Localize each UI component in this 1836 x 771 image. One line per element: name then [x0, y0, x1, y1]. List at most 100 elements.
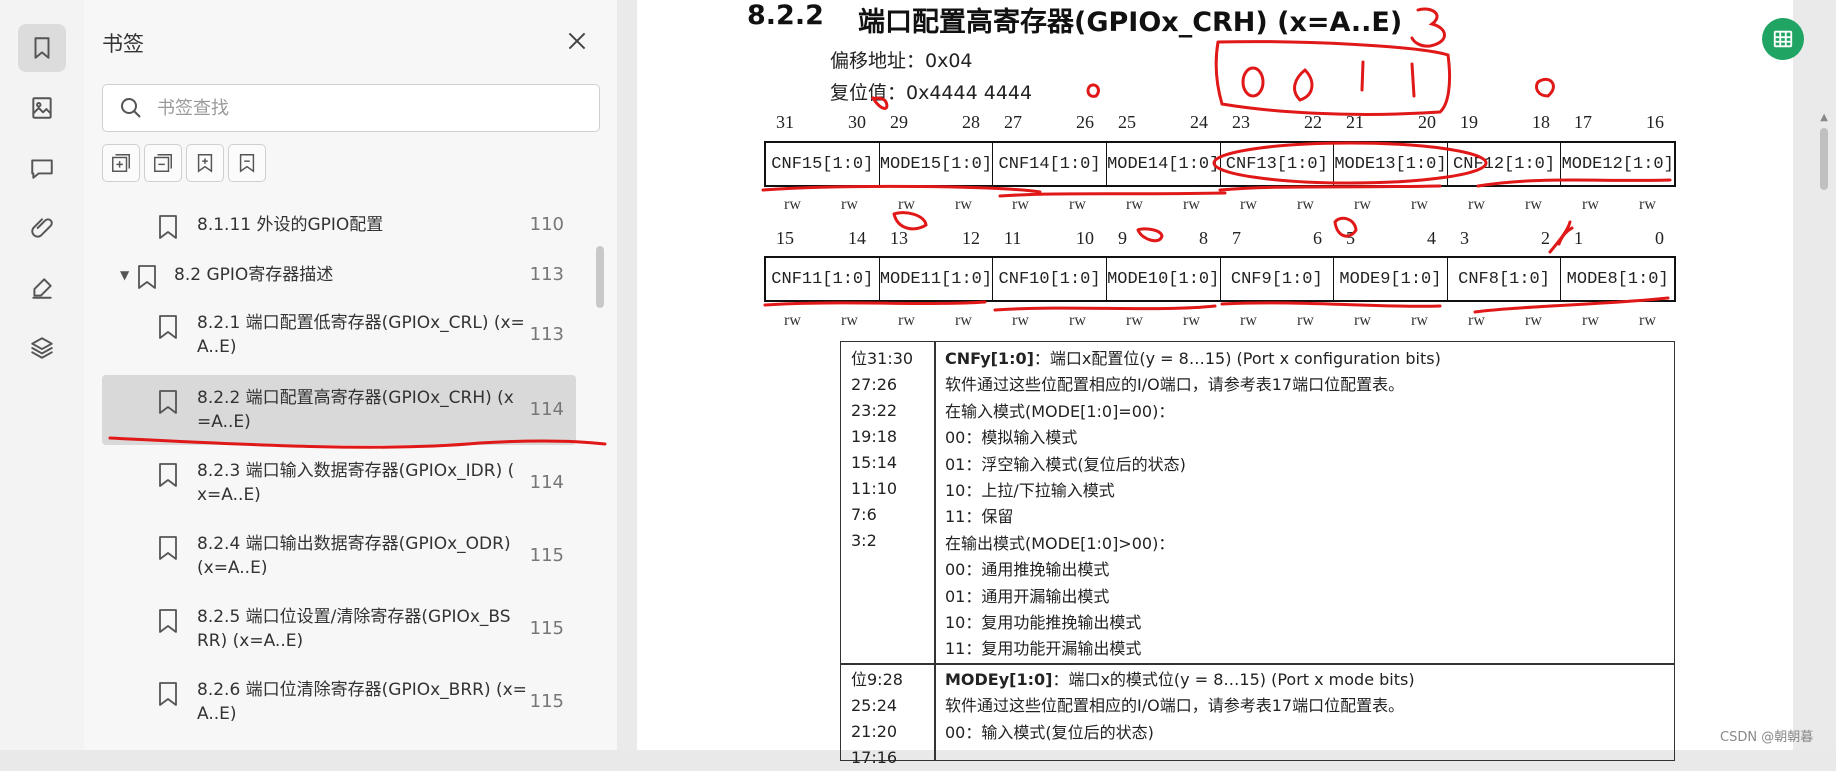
description-line: 11：复用功能开漏输出模式 — [945, 639, 1142, 659]
bit-range-line: 位31:30 — [851, 349, 914, 368]
bit-number: 2 — [1541, 228, 1550, 248]
expand-all-button[interactable] — [102, 144, 140, 182]
mode-bit-range: 位9:28 25:24 21:20 17:16 — [851, 667, 903, 771]
expand-arrow-icon[interactable]: ▼ — [120, 268, 129, 282]
document-scrollbar[interactable] — [1820, 128, 1828, 190]
access-type: rw — [1183, 196, 1200, 213]
collapse-all-button[interactable] — [144, 144, 182, 182]
thumbnail-panel-button[interactable] — [18, 84, 66, 132]
bookmark-item-selected[interactable]: 8.2.2 端口配置高寄存器(GPIOx_CRH) (x =A..E) 114 — [102, 375, 576, 445]
add-bookmark-button[interactable] — [186, 144, 224, 182]
scroll-up-icon[interactable]: ▲ — [1820, 112, 1828, 123]
bookmark-item[interactable]: 8.2.6 端口位清除寄存器(GPIOx_BRR) (x= A..E) 115 — [102, 667, 576, 739]
search-icon — [119, 96, 143, 120]
bit-number: 30 — [848, 112, 866, 132]
description-line: 11：保留 — [945, 507, 1014, 527]
bit-range-line: 19:18 — [851, 427, 898, 446]
register-row-high: CNF15[1:0] MODE15[1:0] CNF14[1:0] MODE14[1:… — [764, 141, 1676, 187]
close-panel-button[interactable] — [564, 28, 590, 54]
access-type: rw — [1525, 312, 1542, 329]
access-type: rw — [1582, 196, 1599, 213]
description-line: 在输出模式(MODE[1:0]>00)： — [945, 533, 1175, 553]
bookmark-search-input[interactable] — [155, 93, 579, 123]
bit-number-pair: 21 20 — [1334, 112, 1448, 133]
access-type: rw — [1582, 312, 1599, 329]
bit-description-table: 位31:30 27:26 23:22 19:18 15:14 11:10 7:6 3:2 CN… — [840, 341, 1675, 767]
register-row-low: CNF11[1:0] MODE11[1:0] CNF10[1:0] MODE10[1:… — [764, 256, 1676, 302]
mode-title: MODEy[1:0]：端口x的模式位(y = 8…15) (Port x mod… — [945, 670, 1415, 689]
access-type: rw — [955, 196, 972, 213]
bookmark-item[interactable]: 8.2.4 端口输出数据寄存器(GPIOx_ODR) (x=A..E) 115 — [102, 521, 576, 593]
access-type: rw — [841, 196, 858, 213]
access-type: rw — [841, 312, 858, 329]
register-field: MODE11[1:0] — [880, 258, 994, 300]
access-type: rw — [784, 312, 801, 329]
register-field: CNF15[1:0] — [766, 143, 880, 185]
bit-range-line: 15:14 — [851, 453, 898, 472]
bit-number-pair: 25 24 — [1106, 112, 1220, 133]
access-type: rw — [1012, 312, 1029, 329]
layers-panel-button[interactable] — [18, 324, 66, 372]
access-type: rw — [1297, 312, 1314, 329]
access-type: rw — [1411, 312, 1428, 329]
bit-number-pair: 31 30 — [764, 112, 878, 133]
bit-range-line: 21:20 — [851, 722, 898, 741]
description-line: 01：通用开漏输出模式 — [945, 586, 1110, 606]
bookmark-panel-button[interactable] — [18, 24, 66, 72]
access-type: rw — [1354, 196, 1371, 213]
paperclip-icon — [31, 218, 53, 238]
bookmark-icon — [157, 314, 179, 340]
bit-number: 18 — [1532, 112, 1550, 132]
description-line: 在输入模式(MODE[1:0]=00)： — [945, 401, 1175, 421]
bit-number: 21 — [1346, 112, 1364, 132]
bit-range-line: 23:22 — [851, 401, 898, 420]
bit-number: 15 — [776, 228, 794, 248]
bookmark-search-box[interactable] — [102, 84, 600, 132]
bit-number: 9 — [1118, 228, 1127, 248]
table-icon — [1773, 30, 1793, 48]
bit-number: 4 — [1427, 228, 1436, 248]
description-line: 10：复用功能推挽输出模式 — [945, 613, 1142, 633]
mode-description: MODEy[1:0]：端口x的模式位(y = 8…15) (Port x mod… — [945, 667, 1415, 746]
bit-number-pair: 11 10 — [992, 228, 1106, 249]
panel-scrollbar[interactable] — [596, 246, 604, 308]
bookmark-item[interactable]: 8.1.11 外设的GPIO配置 110 — [102, 200, 576, 250]
register-field: MODE12[1:0] — [1561, 154, 1674, 174]
bit-number: 12 — [962, 228, 980, 248]
register-field: CNF10[1:0] — [993, 258, 1107, 300]
bit-number: 17 — [1574, 112, 1592, 132]
bookmark-item[interactable]: 8.2.3 端口输入数据寄存器(GPIOx_IDR) (x=A..E) 114 — [102, 448, 576, 520]
bit-number: 25 — [1118, 112, 1136, 132]
spreadsheet-button[interactable] — [1762, 18, 1804, 60]
bit-number: 24 — [1190, 112, 1208, 132]
bit-number-pair: 98 — [1106, 228, 1220, 249]
bit-number: 8 — [1199, 228, 1208, 248]
bookmark-label: 8.2.2 端口配置高寄存器(GPIOx_CRH) (x =A..E) — [197, 388, 514, 432]
comment-panel-button[interactable] — [18, 144, 66, 192]
bookmark-icon — [157, 535, 179, 561]
access-row-low: rw rw rw rw rw rw rw rw rw rw rw rw rw rw rw rw — [764, 312, 1676, 330]
access-type: rw — [898, 196, 915, 213]
bit-number: 13 — [890, 228, 908, 248]
description-line: 软件通过这些位配置相应的I/O端口，请参考表17端口位配置表。 — [945, 696, 1405, 716]
remove-bookmark-button[interactable] — [228, 144, 266, 182]
bit-number: 14 — [848, 228, 866, 248]
bit-number: 23 — [1232, 112, 1250, 132]
bit-number: 3 — [1460, 228, 1469, 248]
table-row-separator — [841, 663, 1674, 665]
bookmark-item[interactable]: ▼ 8.2 GPIO寄存器描述 113 — [102, 250, 576, 300]
access-type: rw — [1012, 196, 1029, 213]
access-type: rw — [1240, 312, 1257, 329]
bit-number-pair: 10 — [1562, 228, 1676, 249]
bookmark-item[interactable]: 8.2.5 端口位设置/清除寄存器(GPIOx_BS RR) (x=A..E) 1… — [102, 594, 576, 666]
access-type: rw — [1183, 312, 1200, 329]
attachment-panel-button[interactable] — [18, 204, 66, 252]
bit-number-pair: 32 — [1448, 228, 1562, 249]
close-icon — [568, 32, 586, 50]
bookmark-item[interactable]: 8.2.1 端口配置低寄存器(GPIOx_CRL) (x= A..E) 113 — [102, 300, 576, 372]
bit-number: 0 — [1655, 228, 1664, 248]
bookmark-page: 110 — [529, 214, 564, 235]
signature-panel-button[interactable] — [18, 264, 66, 312]
access-type: rw — [1354, 312, 1371, 329]
bookmark-label: 8.2.3 端口输入数据寄存器(GPIOx_IDR) (x=A..E) — [197, 461, 515, 505]
